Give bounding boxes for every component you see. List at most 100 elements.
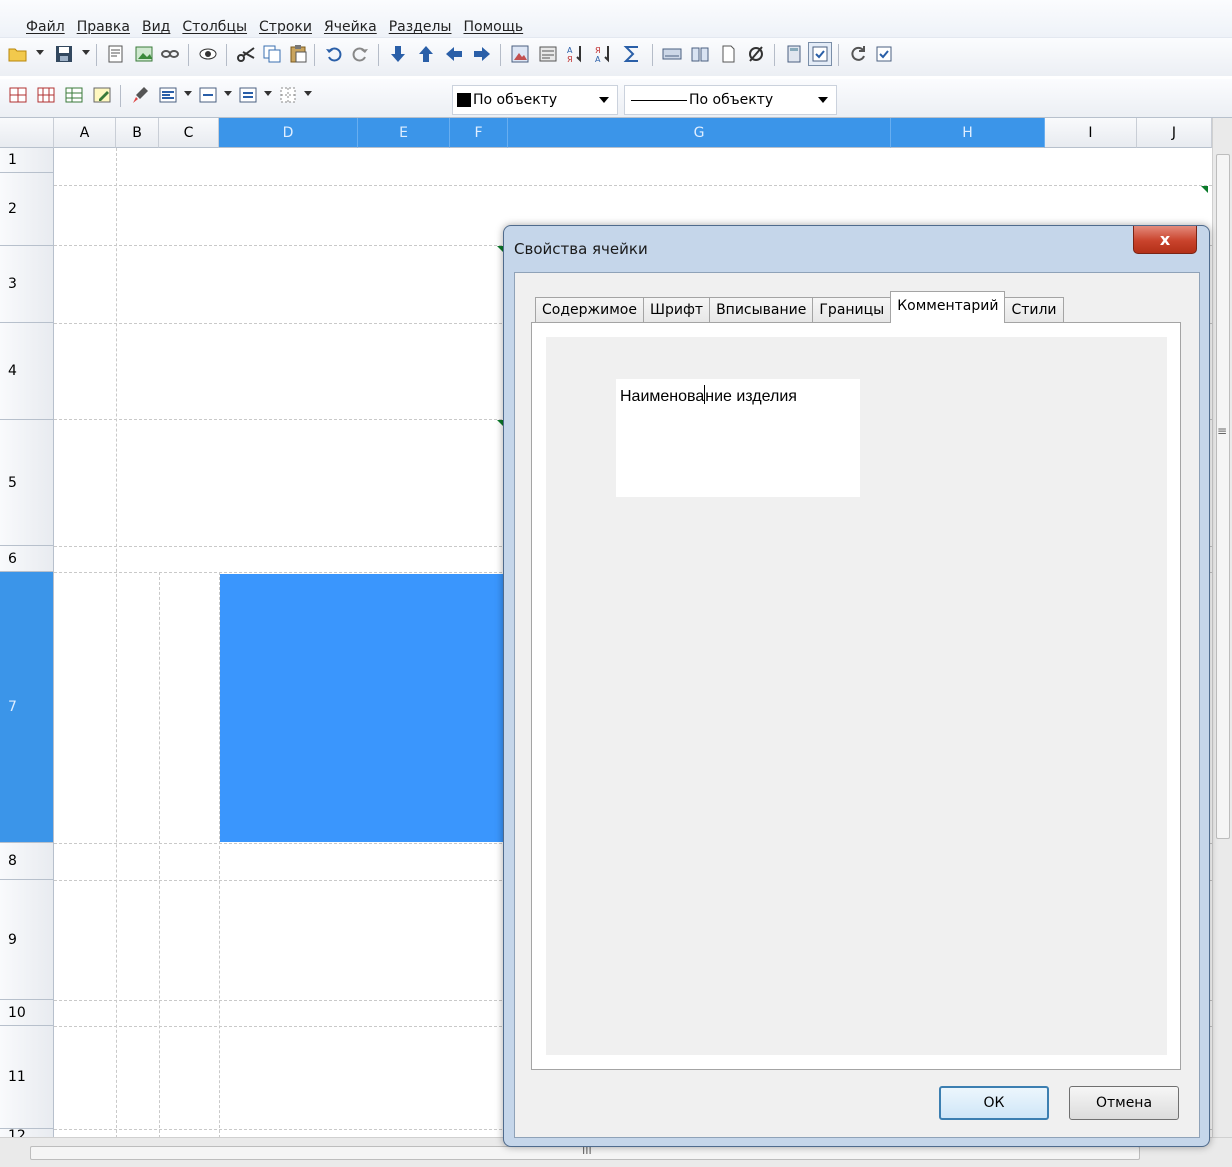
valign-icon[interactable] [196, 83, 220, 107]
line-style-value: По объекту [689, 92, 774, 108]
save-icon[interactable] [52, 42, 76, 66]
properties-icon[interactable] [104, 42, 128, 66]
close-icon[interactable]: x [1133, 226, 1197, 254]
menu-columns[interactable]: Столбцы [176, 18, 253, 36]
scroll-grip: ≡ [1217, 424, 1228, 438]
redo-icon[interactable] [348, 42, 372, 66]
line-sample [631, 99, 687, 101]
comment-textarea[interactable]: Наименование изделия [616, 379, 860, 497]
column-header[interactable]: I [1045, 118, 1137, 148]
row-header[interactable]: 1 [0, 148, 54, 173]
calculator-icon[interactable] [782, 42, 806, 66]
copy-icon[interactable] [260, 42, 284, 66]
menu-rows[interactable]: Строки [253, 18, 318, 36]
svg-text:Я: Я [567, 55, 573, 64]
column-header[interactable]: D [219, 118, 358, 148]
refresh-icon[interactable] [846, 42, 870, 66]
arrow-right-icon[interactable] [470, 42, 494, 66]
column-header[interactable]: H [891, 118, 1045, 148]
sort-desc-icon[interactable]: ЯА [592, 42, 616, 66]
column-header[interactable]: C [159, 118, 219, 148]
tab-comment[interactable]: Комментарий [890, 291, 1006, 323]
menu-cell[interactable]: Ячейка [318, 18, 383, 36]
arrow-down-icon[interactable] [386, 42, 410, 66]
corner-cell[interactable] [0, 118, 54, 148]
comment-text-after: ние изделия [705, 388, 797, 405]
line-style-select[interactable]: По объекту [624, 85, 837, 115]
tab-fit[interactable]: Вписывание [709, 297, 814, 323]
open-folder-icon[interactable] [6, 42, 30, 66]
chevron-down-icon [818, 97, 828, 103]
preview-eye-icon[interactable] [196, 42, 220, 66]
table-grid-icon[interactable] [62, 83, 86, 107]
tab-strip: Содержимое Шрифт Вписывание Границы Комм… [535, 291, 1064, 323]
selected-range[interactable] [220, 574, 510, 842]
borders-icon[interactable] [276, 83, 300, 107]
menu-sections[interactable]: Разделы [383, 18, 458, 36]
fill-color-select[interactable]: По объекту [452, 85, 618, 115]
undo-icon[interactable] [322, 42, 346, 66]
form-icon[interactable] [536, 42, 560, 66]
check-icon[interactable] [872, 42, 896, 66]
menu-view[interactable]: Вид [136, 18, 176, 36]
tab-font[interactable]: Шрифт [642, 297, 711, 323]
sum-icon[interactable] [620, 42, 644, 66]
tab-content[interactable]: Содержимое [535, 297, 644, 323]
row-header[interactable]: 10 [0, 1000, 54, 1026]
arrow-up-icon[interactable] [414, 42, 438, 66]
column-header[interactable]: G [508, 118, 891, 148]
svg-text:А: А [567, 46, 573, 55]
keyboard-icon[interactable] [660, 42, 684, 66]
tab-styles[interactable]: Стили [1004, 297, 1064, 323]
menu-file[interactable]: Файл [20, 18, 71, 36]
column-header[interactable]: B [116, 118, 159, 148]
fill-color-value: По объекту [473, 92, 558, 108]
book-icon[interactable] [688, 42, 712, 66]
paste-icon[interactable] [286, 42, 310, 66]
paintbrush-icon[interactable] [128, 83, 152, 107]
checkbox-toggle-icon[interactable] [808, 42, 832, 66]
row-header[interactable]: 7 [0, 572, 54, 843]
comment-text-before: Наименова [620, 388, 705, 405]
sort-asc-icon[interactable]: АЯ [564, 42, 588, 66]
document-icon[interactable] [716, 42, 740, 66]
vertical-scroll-thumb[interactable] [1216, 154, 1230, 839]
tab-borders[interactable]: Границы [812, 297, 892, 323]
cut-icon[interactable] [234, 42, 258, 66]
dialog-body: Содержимое Шрифт Вписывание Границы Комм… [514, 272, 1200, 1138]
cancel-button[interactable]: Отмена [1069, 1086, 1179, 1120]
column-header[interactable]: A [54, 118, 116, 148]
link-icon[interactable] [158, 42, 182, 66]
column-header[interactable]: J [1137, 118, 1212, 148]
comment-tab-page: Наименование изделия [531, 322, 1181, 1070]
svg-text:Я: Я [595, 46, 601, 55]
column-header[interactable]: E [358, 118, 450, 148]
row-header[interactable]: 2 [0, 173, 54, 246]
vertical-scrollbar[interactable]: ≡ [1212, 118, 1232, 1138]
row-header[interactable]: 3 [0, 246, 54, 323]
row-header[interactable]: 8 [0, 843, 54, 880]
arrow-left-icon[interactable] [442, 42, 466, 66]
empty-set-icon[interactable] [744, 42, 768, 66]
chevron-down-icon [599, 97, 609, 103]
comment-area: Наименование изделия [546, 337, 1167, 1055]
column-header[interactable]: F [450, 118, 508, 148]
svg-text:А: А [595, 55, 601, 64]
row-header[interactable]: 9 [0, 880, 54, 1000]
align-icon[interactable] [156, 83, 180, 107]
row-header[interactable]: 11 [0, 1026, 54, 1129]
text-wrap-icon[interactable] [236, 83, 260, 107]
row-header[interactable]: 5 [0, 420, 54, 546]
insert-row-icon[interactable] [6, 83, 30, 107]
picture-icon[interactable] [132, 42, 156, 66]
menu-edit[interactable]: Правка [71, 18, 136, 36]
cell-properties-dialog: Свойства ячейки x Содержимое Шрифт Вписы… [503, 225, 1210, 1147]
row-header[interactable]: 4 [0, 323, 54, 420]
edit-cell-icon[interactable] [90, 83, 114, 107]
row-header[interactable]: 6 [0, 546, 54, 572]
insert-col-icon[interactable] [34, 83, 58, 107]
menu-help[interactable]: Помощь [457, 18, 529, 36]
image-insert-icon[interactable] [508, 42, 532, 66]
ok-button[interactable]: ОК [939, 1086, 1049, 1120]
main-toolbar: АЯ ЯА [0, 38, 1232, 76]
